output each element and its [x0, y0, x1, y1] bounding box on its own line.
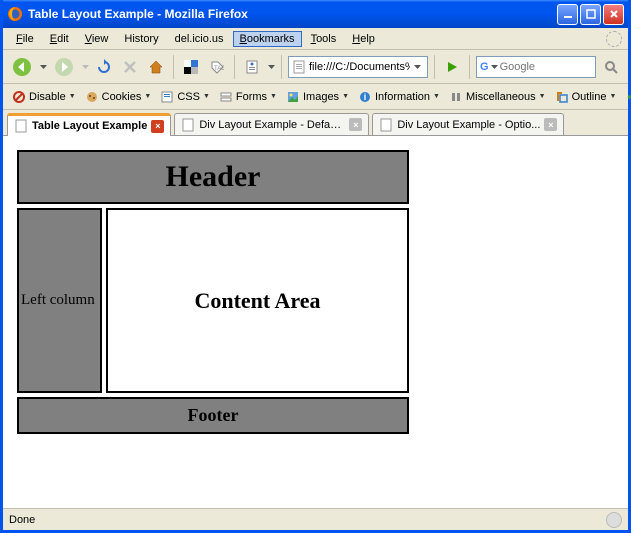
- stop-button[interactable]: [119, 56, 141, 78]
- window-buttons: [557, 4, 624, 25]
- home-button[interactable]: [145, 56, 167, 78]
- dev-forms[interactable]: Forms▼: [216, 88, 280, 106]
- menu-bookmarks[interactable]: Bookmarks: [233, 31, 302, 47]
- google-icon: G: [480, 61, 489, 73]
- url-bar[interactable]: [288, 56, 428, 78]
- bookmark-icon[interactable]: [241, 56, 263, 78]
- dev-information[interactable]: iInformation▼: [355, 88, 443, 106]
- bookmark-dropdown[interactable]: [267, 65, 275, 69]
- tab-inactive-2[interactable]: Div Layout Example - Optio... ×: [372, 113, 564, 135]
- svg-text:TAG: TAG: [214, 66, 224, 72]
- outline-icon: [555, 90, 569, 104]
- reload-button[interactable]: [93, 56, 115, 78]
- resize-icon: [625, 90, 631, 104]
- page-content: Header Left column Content Area Footer: [3, 136, 628, 508]
- dev-toolbar: Disable▼ Cookies▼ CSS▼ Forms▼ Images▼ iI…: [3, 84, 628, 110]
- page-icon: [181, 118, 195, 132]
- dev-cookies[interactable]: Cookies▼: [82, 88, 155, 106]
- footer-cell: Footer: [17, 397, 409, 434]
- status-icon: [606, 512, 622, 528]
- statusbar: Done: [3, 508, 628, 530]
- maximize-button[interactable]: [580, 4, 601, 25]
- header-cell: Header: [17, 150, 409, 204]
- tab-close-icon[interactable]: ×: [349, 118, 362, 131]
- tab-bar: Table Layout Example × Div Layout Exampl…: [3, 110, 628, 136]
- content-area-cell: Content Area: [106, 208, 409, 393]
- forward-button[interactable]: [51, 54, 77, 80]
- search-engine-dropdown[interactable]: [491, 65, 498, 69]
- dev-resize[interactable]: Re: [622, 88, 631, 106]
- nav-toolbar: TAG G: [3, 50, 628, 84]
- tab-close-icon[interactable]: ×: [544, 118, 557, 131]
- menu-tools[interactable]: Tools: [304, 31, 344, 47]
- menu-edit[interactable]: Edit: [43, 31, 76, 47]
- menu-view[interactable]: View: [78, 31, 116, 47]
- layout-table: Header Left column Content Area Footer: [13, 146, 413, 438]
- css-icon: [160, 90, 174, 104]
- browser-window: Table Layout Example - Mozilla Firefox F…: [0, 0, 631, 533]
- tab-label: Table Layout Example: [32, 120, 147, 132]
- page-icon: [292, 60, 306, 74]
- tab-label: Div Layout Example - Defau...: [199, 119, 345, 131]
- dev-disable[interactable]: Disable▼: [9, 88, 79, 106]
- minimize-button[interactable]: [557, 4, 578, 25]
- dev-css[interactable]: CSS▼: [157, 88, 213, 106]
- tab-inactive-1[interactable]: Div Layout Example - Defau... ×: [174, 113, 369, 135]
- back-button[interactable]: [9, 54, 35, 80]
- misc-icon: [449, 90, 463, 104]
- disable-icon: [12, 90, 26, 104]
- cookies-icon: [85, 90, 99, 104]
- tab-active[interactable]: Table Layout Example ×: [7, 113, 171, 136]
- dev-miscellaneous[interactable]: Miscellaneous▼: [446, 88, 549, 106]
- go-button[interactable]: [441, 56, 463, 78]
- back-dropdown[interactable]: [39, 65, 47, 69]
- page-icon: [14, 119, 28, 133]
- left-column-cell: Left column: [17, 208, 102, 393]
- menu-file[interactable]: File: [9, 31, 41, 47]
- search-go-icon[interactable]: [600, 56, 622, 78]
- menubar: File Edit View History del.icio.us Bookm…: [3, 28, 628, 50]
- forward-dropdown[interactable]: [81, 65, 89, 69]
- firefox-icon: [7, 6, 23, 22]
- dev-outline[interactable]: Outline▼: [552, 88, 620, 106]
- info-icon: i: [358, 90, 372, 104]
- url-input[interactable]: [309, 61, 410, 73]
- tag-icon[interactable]: TAG: [206, 56, 228, 78]
- images-icon: [286, 90, 300, 104]
- window-title: Table Layout Example - Mozilla Firefox: [28, 7, 557, 21]
- search-input[interactable]: [500, 61, 592, 73]
- titlebar: Table Layout Example - Mozilla Firefox: [3, 0, 628, 28]
- status-text: Done: [9, 514, 606, 526]
- delicious-icon[interactable]: [180, 56, 202, 78]
- url-dropdown[interactable]: [410, 65, 424, 69]
- dev-images[interactable]: Images▼: [283, 88, 352, 106]
- throbber-icon: [606, 31, 622, 47]
- menu-delicious[interactable]: del.icio.us: [168, 31, 231, 47]
- tab-label: Div Layout Example - Optio...: [397, 119, 540, 131]
- svg-text:i: i: [364, 92, 367, 102]
- close-button[interactable]: [603, 4, 624, 25]
- search-box[interactable]: G: [476, 56, 596, 78]
- menu-help[interactable]: Help: [345, 31, 382, 47]
- tab-close-icon[interactable]: ×: [151, 120, 164, 133]
- menu-history[interactable]: History: [117, 31, 165, 47]
- page-icon: [379, 118, 393, 132]
- forms-icon: [219, 90, 233, 104]
